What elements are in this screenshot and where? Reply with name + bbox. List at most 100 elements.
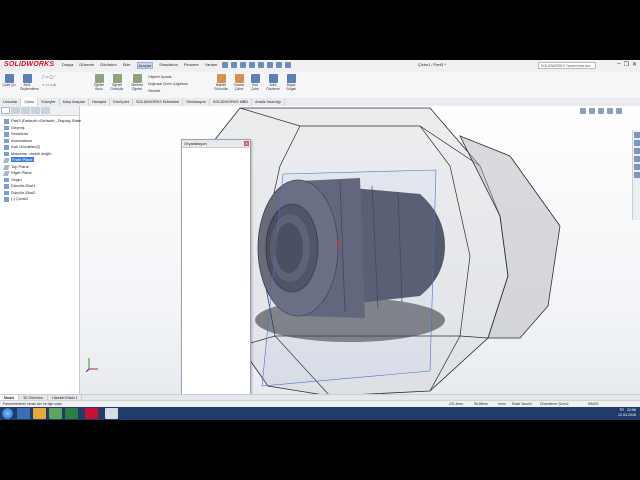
part-icon [4, 119, 9, 124]
select-icon[interactable] [267, 62, 273, 68]
ribbon-mirror-item[interactable]: Objeleri Aynala [148, 75, 171, 79]
sketch-icon [4, 74, 14, 83]
tab-unsurlar[interactable]: Unsurlar [0, 98, 22, 106]
menu-pencere[interactable]: Pencere [184, 62, 199, 69]
ribbon-instant2d-button[interactable]: Anlık Önizleme [266, 74, 280, 91]
heads-up-view-toolbar [580, 108, 622, 114]
ribbon-shaded-sketch-button[interactable]: Boyalı Gölgeli [284, 74, 298, 91]
tab-analiz-hazirligi[interactable]: Analiz Hazırlığı [252, 98, 285, 106]
start-button[interactable] [2, 408, 13, 419]
new-icon[interactable] [222, 62, 228, 68]
menu-ekle[interactable]: Ekle [123, 62, 131, 69]
menu-araclar[interactable]: Araçlar [136, 62, 154, 69]
resources-icon[interactable] [634, 132, 640, 138]
rebuild-icon[interactable] [276, 62, 282, 68]
windows-taskbar: TR 22:56 12.04.2016 [0, 407, 640, 420]
tab-yuzeyler[interactable]: Yüzeyler [38, 98, 60, 106]
solidworks-taskbar-icon[interactable] [85, 408, 98, 419]
origin-marker [336, 242, 340, 246]
menu-gorunum[interactable]: Görünüm [100, 62, 117, 69]
save-icon[interactable] [240, 62, 246, 68]
minimize-button[interactable]: – [617, 61, 620, 68]
ribbon-move-item[interactable]: Hareket [148, 89, 160, 93]
rapid-sketch-icon [250, 74, 260, 83]
open-icon[interactable] [231, 62, 237, 68]
camtasia-taskbar-icon[interactable] [65, 408, 78, 419]
options-icon[interactable] [285, 62, 291, 68]
app-taskbar-icon[interactable] [105, 408, 118, 419]
menu-yardim[interactable]: Yardım [205, 62, 218, 69]
maximize-button[interactable]: ❐ [624, 61, 629, 68]
menu-simulation[interactable]: Simulation [159, 62, 178, 69]
feature-tree-tab-icon[interactable] [1, 107, 10, 114]
origin-icon [4, 177, 9, 182]
configuration-tab-icon[interactable] [21, 107, 30, 114]
convert-entities-icon [112, 74, 122, 83]
ribbon-relations-button[interactable]: İlişkileri Görüntüle [214, 74, 228, 91]
sketch-plane-outline[interactable] [261, 169, 437, 387]
view-orientation-icon[interactable] [598, 108, 604, 114]
plane-icon [3, 164, 10, 169]
close-button[interactable]: ✕ [632, 61, 637, 68]
zoom-fit-icon[interactable] [580, 108, 586, 114]
tab-hesapla[interactable]: Hesapla [89, 98, 111, 106]
tab-dimxpert[interactable]: DimXpert [110, 98, 133, 106]
menu-dosya[interactable]: Dosya [62, 62, 73, 69]
smart-dimension-icon [22, 74, 32, 83]
display-relations-icon [216, 74, 226, 83]
ribbon-sketch-button[interactable]: Çizim Çiz [2, 74, 16, 88]
shaded-sketch-icon [286, 74, 296, 83]
ribbon-spline-tools[interactable]: ∿ ⬭ ◇ A [42, 83, 56, 87]
ribbon-smart-dimension-button[interactable]: Akıllı Ölçülendirme [20, 74, 39, 91]
zoom-area-icon[interactable] [589, 108, 595, 114]
display-tab-icon[interactable] [41, 107, 50, 114]
tray-date[interactable]: 12.04.2016 [618, 413, 636, 418]
ribbon-trim-button[interactable]: Öğeleri Budu [92, 74, 106, 91]
system-tray: TR 22:56 12.04.2016 [618, 408, 636, 418]
tray-language[interactable]: TR [619, 408, 624, 412]
close-icon[interactable]: ✕ [244, 141, 249, 146]
ribbon-repair-button[interactable]: Onarım Çizimi [232, 74, 246, 91]
quick-access-toolbar [222, 62, 291, 68]
ribbon-line-tools[interactable]: ╱ ▭ ◯ ◜ [42, 75, 56, 79]
ribbon-rapid-sketch-button[interactable]: Hızlı Çizim [248, 74, 262, 91]
solid-bodies-icon [4, 145, 9, 150]
print-icon[interactable] [249, 62, 255, 68]
command-manager-ribbon: Çizim Çiz Akıllı Ölçülendirme ╱ ▭ ◯ ◜ ∿ … [0, 72, 640, 99]
trim-entities-icon [94, 74, 104, 83]
design-library-icon[interactable] [634, 140, 640, 146]
orientation-panel-header[interactable]: Oryantasyon ✕ [182, 140, 250, 148]
sketch-icon [4, 197, 9, 202]
appearances-icon[interactable] [634, 164, 640, 170]
instant2d-icon [268, 74, 278, 83]
offset-entities-icon [132, 74, 142, 83]
feature-manager-panel: Part3 (Default<<Default>_Display State G… [0, 106, 81, 400]
ribbon-linear-pattern-item[interactable]: Doğrusal Çizim Çoğaltma [148, 82, 188, 86]
feature-manager-tabs [0, 106, 79, 116]
file-explorer-icon[interactable] [634, 148, 640, 154]
view-palette-icon[interactable] [634, 156, 640, 162]
menu-duzenle[interactable]: Düzenle [79, 62, 94, 69]
tree-item-sketch2[interactable]: (-) Çizim2 [2, 196, 79, 203]
folder-taskbar-icon[interactable] [33, 408, 46, 419]
tab-solidworks-mbd[interactable]: SOLIDWORKS MBD [210, 98, 253, 106]
ribbon-offset-button[interactable]: Öteleme Öğeleri [130, 74, 144, 91]
feature-tree: Part3 (Default<<Default>_Display State G… [0, 116, 81, 203]
explorer-taskbar-icon[interactable] [17, 408, 30, 419]
tray-time[interactable]: 22:56 [627, 408, 636, 412]
property-manager-tab-icon[interactable] [11, 107, 20, 114]
custom-properties-icon[interactable] [634, 172, 640, 178]
ribbon-convert-button[interactable]: Öğeleri Dönüştür [110, 74, 124, 91]
tab-kalip-araclari[interactable]: Kalıp Araçları [60, 98, 90, 106]
tab-solidworks-eklentileri[interactable]: SOLIDWORKS Eklentileri [133, 98, 184, 106]
display-style-icon[interactable] [607, 108, 613, 114]
undo-icon[interactable] [258, 62, 264, 68]
hide-show-icon[interactable] [616, 108, 622, 114]
help-search-input[interactable]: SOLIDWORKS Yardımı'nda Ara [538, 62, 596, 69]
dimxpert-tab-icon[interactable] [31, 107, 40, 114]
tab-simulasyon[interactable]: Simülasyon [183, 98, 210, 106]
chrome-taskbar-icon[interactable] [49, 408, 62, 419]
plane-icon [3, 158, 10, 163]
orientation-panel[interactable]: Oryantasyon ✕ [181, 139, 251, 407]
tab-cizim[interactable]: Çizim [21, 98, 38, 106]
